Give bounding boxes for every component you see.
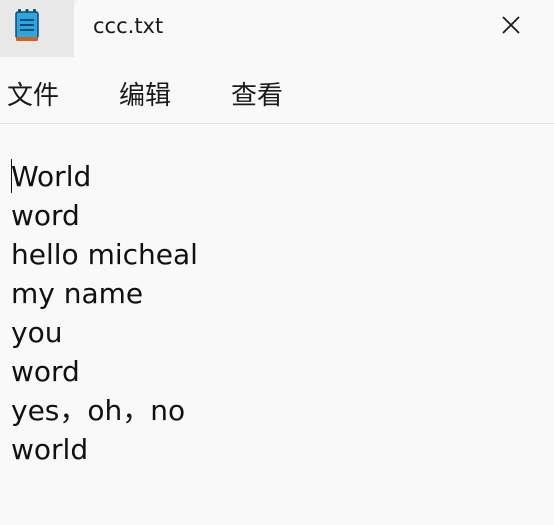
- menu-bar: 文件 编辑 查看: [0, 57, 554, 124]
- notepad-icon: [15, 9, 39, 41]
- text-editor[interactable]: World word hello micheal my name you wor…: [0, 124, 554, 525]
- editor-line: World: [11, 160, 92, 193]
- editor-line: my name: [11, 277, 144, 310]
- menu-edit[interactable]: 编辑: [119, 75, 171, 112]
- editor-line: you: [11, 316, 63, 349]
- close-tab-button[interactable]: [494, 8, 528, 42]
- editor-line: word: [11, 355, 80, 388]
- menu-file[interactable]: 文件: [7, 75, 59, 112]
- tab-title: ccc.txt: [93, 14, 164, 38]
- editor-line: word: [11, 199, 80, 232]
- close-icon: [502, 16, 520, 34]
- editor-line: world: [11, 433, 89, 466]
- menu-view[interactable]: 查看: [231, 75, 283, 112]
- tab-ccc-txt[interactable]: ccc.txt: [74, 0, 554, 57]
- title-bar: ccc.txt: [0, 0, 554, 57]
- editor-line: yes，oh，no: [11, 394, 186, 427]
- app-icon-area[interactable]: [0, 0, 74, 57]
- editor-line: hello micheal: [11, 238, 198, 271]
- notepad-window: ccc.txt 文件 编辑 查看 World word hello michea…: [0, 0, 554, 525]
